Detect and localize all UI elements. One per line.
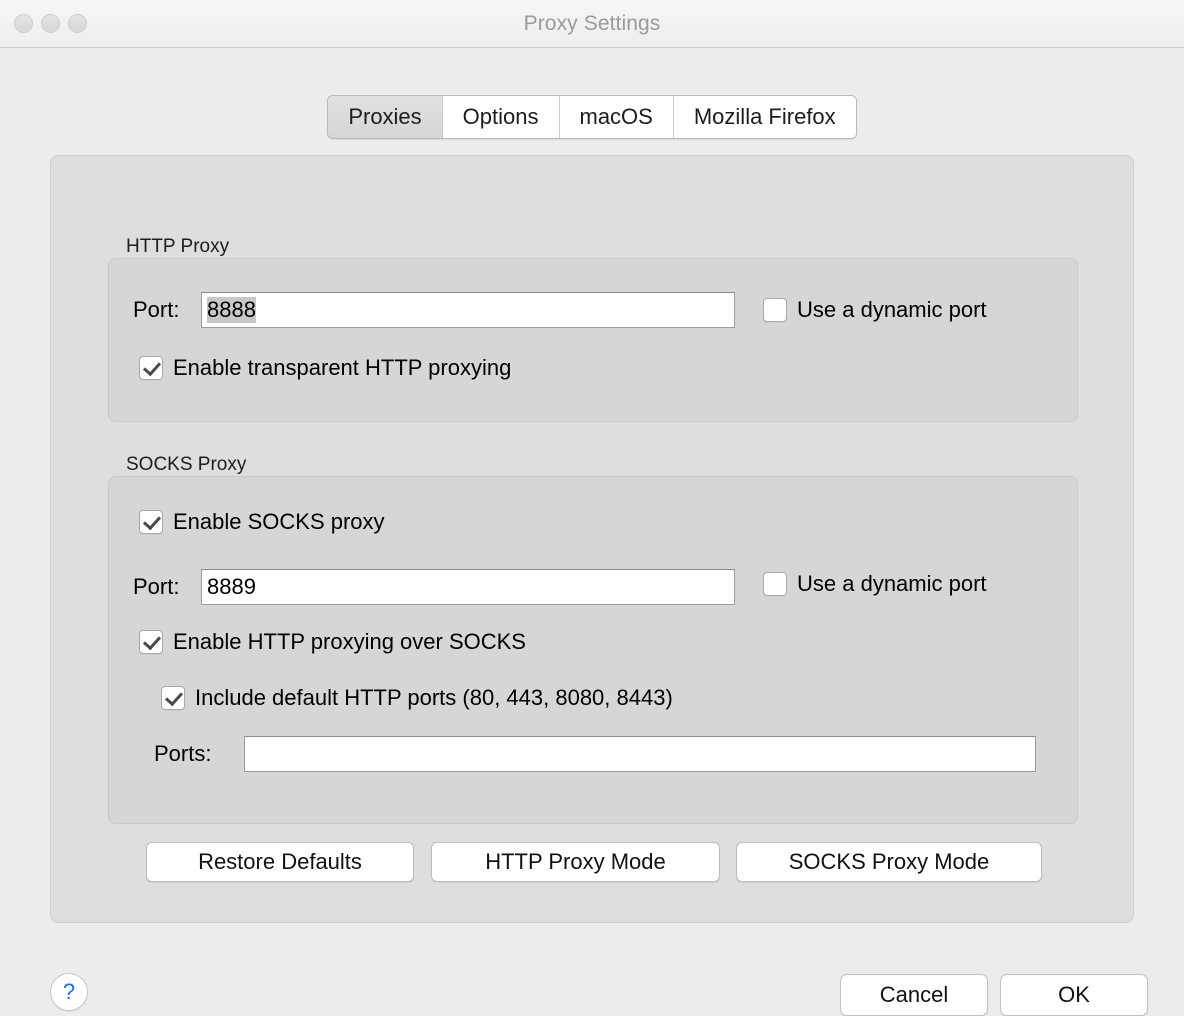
socks-include-default-ports-checkbox[interactable] <box>161 686 185 710</box>
socks-include-default-ports-label: Include default HTTP ports (80, 443, 808… <box>195 685 673 710</box>
window-body: Proxies Options macOS Mozilla Firefox HT… <box>0 48 1184 1016</box>
http-dynamic-port-checkbox-row[interactable]: Use a dynamic port <box>763 297 987 323</box>
tab-mozilla-firefox[interactable]: Mozilla Firefox <box>673 96 856 138</box>
http-dynamic-port-label: Use a dynamic port <box>797 297 987 322</box>
socks-proxy-group-label: SOCKS Proxy <box>126 454 247 475</box>
http-port-input[interactable]: 8888 <box>201 292 735 328</box>
http-port-row: Port: 8888 <box>133 292 735 328</box>
tab-options[interactable]: Options <box>442 96 560 138</box>
http-proxy-groupbox <box>108 258 1078 422</box>
http-dynamic-port-checkbox[interactable] <box>763 298 787 322</box>
socks-http-over-socks-checkbox-row[interactable]: Enable HTTP proxying over SOCKS <box>139 629 526 655</box>
close-button[interactable] <box>14 14 33 33</box>
http-transparent-label: Enable transparent HTTP proxying <box>173 355 512 380</box>
socks-ports-label: Ports: <box>154 741 212 766</box>
socks-port-value: 8889 <box>207 574 256 599</box>
socks-enable-checkbox[interactable] <box>139 510 163 534</box>
socks-http-over-socks-label: Enable HTTP proxying over SOCKS <box>173 629 526 654</box>
socks-dynamic-port-label: Use a dynamic port <box>797 571 987 596</box>
socks-ports-input[interactable] <box>244 736 1036 772</box>
socks-port-row: Port: 8889 <box>133 569 735 605</box>
socks-dynamic-port-checkbox[interactable] <box>763 572 787 596</box>
http-proxy-mode-button[interactable]: HTTP Proxy Mode <box>431 842 720 882</box>
http-transparent-checkbox[interactable] <box>139 356 163 380</box>
traffic-light-group <box>14 0 87 47</box>
socks-dynamic-port-checkbox-row[interactable]: Use a dynamic port <box>763 571 987 597</box>
socks-include-default-ports-checkbox-row[interactable]: Include default HTTP ports (80, 443, 808… <box>161 685 673 711</box>
socks-proxy-mode-button[interactable]: SOCKS Proxy Mode <box>736 842 1042 882</box>
proxies-tab-panel: HTTP Proxy Port: 8888 Use a dynamic port… <box>50 155 1134 923</box>
socks-enable-checkbox-row[interactable]: Enable SOCKS proxy <box>139 509 385 535</box>
socks-port-input[interactable]: 8889 <box>201 569 735 605</box>
tab-bar: Proxies Options macOS Mozilla Firefox <box>0 95 1184 139</box>
restore-defaults-button[interactable]: Restore Defaults <box>146 842 414 882</box>
proxy-settings-window: Proxy Settings Proxies Options macOS Moz… <box>0 0 1184 1016</box>
socks-port-label: Port: <box>133 574 180 599</box>
window-title: Proxy Settings <box>523 11 661 35</box>
http-port-label: Port: <box>133 297 180 322</box>
http-port-value: 8888 <box>207 297 256 323</box>
http-transparent-checkbox-row[interactable]: Enable transparent HTTP proxying <box>139 355 511 381</box>
zoom-button[interactable] <box>68 14 87 33</box>
socks-ports-row: Ports: <box>154 736 1036 772</box>
http-proxy-group-label: HTTP Proxy <box>126 236 230 257</box>
help-button[interactable]: ? <box>50 973 88 1011</box>
socks-enable-label: Enable SOCKS proxy <box>173 509 385 534</box>
minimize-button[interactable] <box>41 14 60 33</box>
window-titlebar: Proxy Settings <box>0 0 1184 48</box>
tab-proxies[interactable]: Proxies <box>328 96 443 138</box>
socks-http-over-socks-checkbox[interactable] <box>139 630 163 654</box>
tab-group: Proxies Options macOS Mozilla Firefox <box>327 95 857 139</box>
tab-macos[interactable]: macOS <box>559 96 674 138</box>
